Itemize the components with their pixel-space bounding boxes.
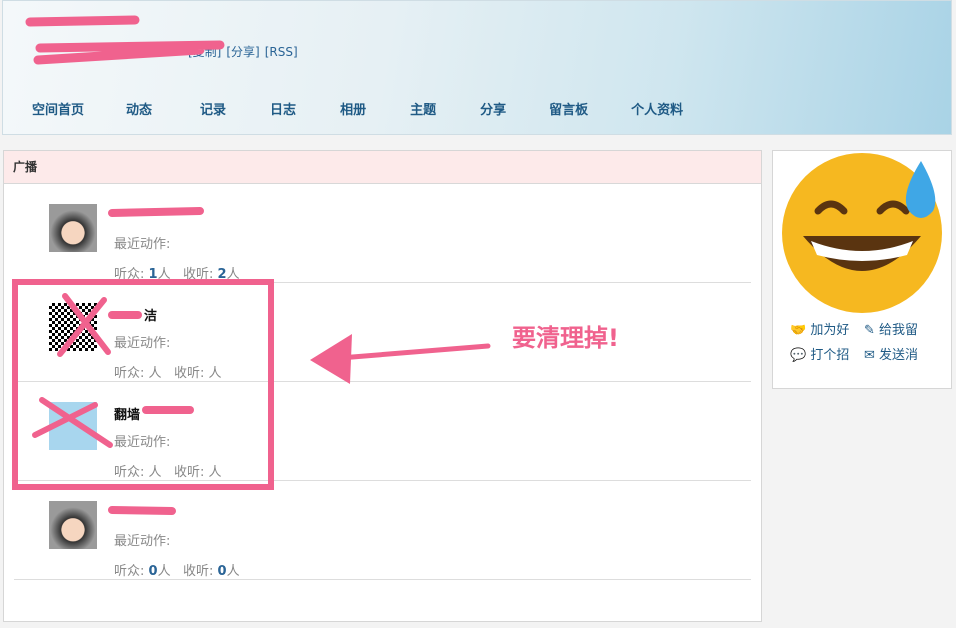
list-item: 洁 最近动作: 听众: 人 收听: 人 bbox=[14, 283, 751, 382]
user-name[interactable]: 翻墙 bbox=[114, 404, 140, 423]
list-item: 最近动作: 听众: 0人 收听: 0人 bbox=[14, 481, 751, 580]
avatar[interactable] bbox=[49, 501, 97, 549]
broadcast-panel: 广播 最近动作: 听众: 1人 收听: 2人 洁 最近动作: 听众: 人 收听:… bbox=[3, 150, 762, 622]
stats: 听众: 1人 收听: 2人 bbox=[114, 267, 240, 282]
recent-action: 最近动作: bbox=[114, 534, 171, 549]
avatar-git[interactable] bbox=[49, 402, 97, 450]
send-message-link[interactable]: ✉ 发送消 bbox=[864, 344, 918, 363]
share-link[interactable]: [分享] bbox=[226, 45, 259, 59]
nav-album[interactable]: 相册 bbox=[340, 99, 366, 118]
nav-share[interactable]: 分享 bbox=[480, 99, 506, 118]
nav-feed[interactable]: 动态 bbox=[126, 99, 152, 118]
annotation-text: 要清理掉! bbox=[512, 324, 619, 352]
stats: 听众: 人 收听: 人 bbox=[114, 465, 222, 480]
list-item: 最近动作: 听众: 1人 收听: 2人 bbox=[14, 184, 751, 283]
recent-action: 最近动作: bbox=[114, 237, 171, 252]
recent-action: 最近动作: bbox=[114, 435, 171, 450]
nav-home[interactable]: 空间首页 bbox=[32, 99, 84, 118]
leave-message-link[interactable]: ✎ 给我留 bbox=[864, 319, 918, 338]
recent-action: 最近动作: bbox=[114, 336, 171, 351]
greet-link[interactable]: 💬 打个招 bbox=[790, 344, 849, 363]
copy-link[interactable]: [复制] bbox=[188, 45, 221, 59]
stats: 听众: 0人 收听: 0人 bbox=[114, 564, 240, 579]
avatar[interactable] bbox=[49, 204, 97, 252]
nav-topics[interactable]: 主题 bbox=[410, 99, 436, 118]
header-links: [复制] [分享] [RSS] bbox=[188, 43, 303, 60]
rss-link[interactable]: [RSS] bbox=[265, 45, 298, 59]
user-name[interactable]: 洁 bbox=[144, 305, 157, 324]
stats: 听众: 人 收听: 人 bbox=[114, 366, 222, 381]
nav-profile[interactable]: 个人资料 bbox=[631, 99, 683, 118]
nav-records[interactable]: 记录 bbox=[200, 99, 226, 118]
emoji-avatar-icon bbox=[782, 153, 942, 313]
nav-blog[interactable]: 日志 bbox=[270, 99, 296, 118]
nav-bar: 空间首页 动态 记录 日志 相册 主题 分享 留言板 个人资料 bbox=[32, 99, 725, 118]
panel-title: 广播 bbox=[4, 151, 761, 184]
profile-sidebar: 🤝 加为好 ✎ 给我留 💬 打个招 ✉ 发送消 bbox=[772, 150, 952, 389]
add-friend-link[interactable]: 🤝 加为好 bbox=[790, 319, 849, 338]
avatar-qr[interactable] bbox=[49, 303, 97, 351]
list-item: 翻墙 最近动作: 听众: 人 收听: 人 bbox=[14, 382, 751, 481]
nav-guestbook[interactable]: 留言板 bbox=[549, 99, 588, 118]
